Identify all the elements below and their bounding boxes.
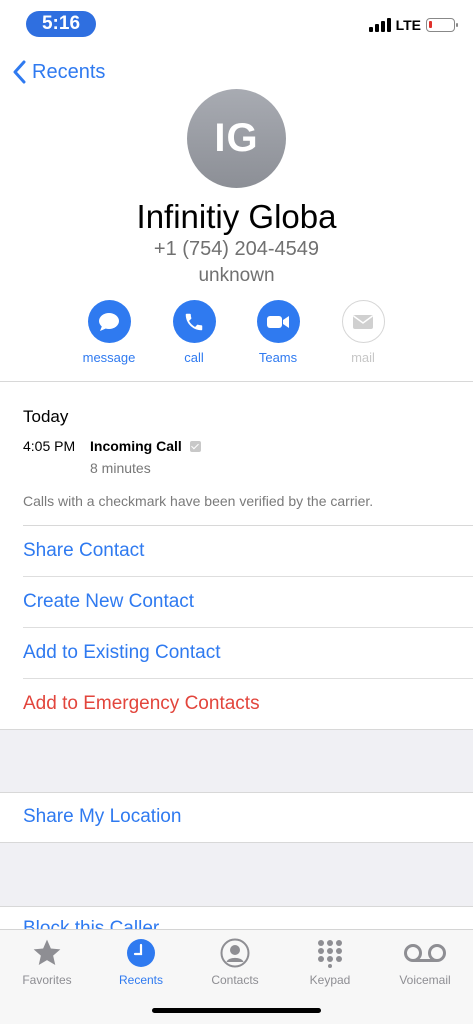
status-indicators: LTE: [368, 15, 458, 35]
tab-recents[interactable]: Recents: [94, 936, 188, 987]
phone-icon: [172, 300, 216, 343]
header-divider: [0, 381, 473, 382]
battery-icon: [426, 18, 458, 32]
add-to-existing-contact-row[interactable]: Add to Existing Contact: [0, 628, 473, 679]
message-bubble-icon: [87, 300, 131, 343]
message-button[interactable]: message: [67, 300, 151, 365]
back-button[interactable]: Recents: [12, 60, 105, 84]
verified-check-icon: [189, 440, 201, 452]
tab-label: Recents: [118, 973, 164, 987]
tab-favorites[interactable]: Favorites: [0, 936, 94, 987]
tab-voicemail[interactable]: Voicemail: [378, 936, 472, 987]
call-type: Incoming Call: [90, 438, 201, 454]
contact-avatar: IG: [187, 89, 286, 188]
clock-icon: [94, 936, 188, 970]
call-label: call: [184, 350, 204, 365]
mail-label: mail: [351, 350, 375, 365]
add-to-existing-contact-label: Add to Existing Contact: [23, 642, 221, 663]
teams-label: Teams: [258, 350, 298, 365]
cellular-signal-icon: [368, 18, 391, 32]
add-to-emergency-contacts-label: Add to Emergency Contacts: [23, 693, 260, 714]
teams-video-button[interactable]: Teams: [236, 300, 320, 365]
contact-phone: +1 (754) 204-4549: [153, 238, 320, 260]
contact-phone-label: unknown: [198, 265, 275, 286]
tab-label: Favorites: [22, 973, 72, 987]
call-button[interactable]: call: [152, 300, 236, 365]
person-circle-icon: [188, 936, 282, 970]
back-label: Recents: [32, 60, 106, 83]
contact-name: Infinitiy Globa: [136, 198, 337, 235]
recents-date-heading: Today: [23, 407, 69, 426]
video-camera-icon: [256, 300, 300, 343]
home-indicator[interactable]: [152, 1008, 321, 1013]
keypad-icon: [283, 936, 377, 970]
create-new-contact-row[interactable]: Create New Contact: [0, 577, 473, 628]
mail-button[interactable]: mail: [321, 300, 405, 365]
network-type: LTE: [395, 17, 421, 33]
block-caller-label: Block this Caller: [23, 918, 160, 929]
call-time: 4:05 PM: [23, 438, 76, 454]
quick-actions: message call Teams mail: [0, 300, 473, 370]
share-my-location-label: Share My Location: [23, 806, 182, 827]
voicemail-icon: [378, 936, 472, 970]
section-gap: [0, 730, 473, 792]
share-my-location-row[interactable]: Share My Location: [0, 793, 473, 842]
tab-keypad[interactable]: Keypad: [283, 936, 377, 987]
add-to-emergency-contacts-row[interactable]: Add to Emergency Contacts: [0, 679, 473, 730]
verification-note: Calls with a checkmark have been verifie…: [23, 493, 374, 509]
tab-label: Voicemail: [399, 973, 451, 987]
tab-contacts[interactable]: Contacts: [188, 936, 282, 987]
call-duration: 8 minutes: [90, 460, 151, 476]
create-new-contact-label: Create New Contact: [23, 591, 195, 612]
tab-label: Keypad: [309, 973, 351, 987]
status-bar: 5:16 LTE: [0, 0, 473, 46]
share-contact-label: Share Contact: [23, 540, 145, 561]
tab-label: Contacts: [211, 973, 259, 987]
share-contact-row[interactable]: Share Contact: [0, 526, 473, 577]
envelope-icon: [341, 300, 385, 343]
section-gap: [0, 843, 473, 906]
block-caller-row[interactable]: Block this Caller: [0, 907, 473, 929]
message-label: message: [82, 350, 136, 365]
call-type-label: Incoming Call: [90, 438, 182, 454]
star-icon: [0, 936, 94, 970]
chevron-left-icon: [13, 60, 26, 84]
status-time[interactable]: 5:16: [26, 11, 96, 37]
